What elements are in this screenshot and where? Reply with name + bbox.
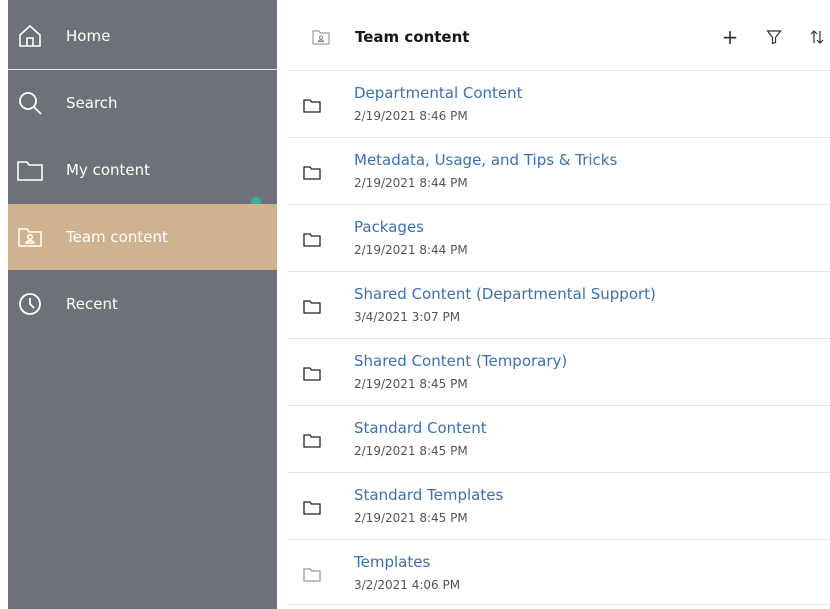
item-date: 2/19/2021 8:44 PM [354, 176, 468, 190]
folder-icon [303, 98, 321, 117]
folder-icon [16, 156, 44, 184]
team-folder-icon [16, 223, 44, 251]
folder-icon [303, 299, 321, 318]
page-title: Team content [355, 28, 470, 46]
sidebar-item-label: Home [66, 27, 111, 45]
sidebar-item-recent[interactable]: Recent [8, 271, 277, 337]
list-item[interactable]: Templates 3/2/2021 4:06 PM [287, 539, 830, 605]
list-item[interactable]: Metadata, Usage, and Tips & Tricks 2/19/… [287, 137, 830, 203]
item-name-link[interactable]: Packages [354, 218, 424, 236]
item-name-link[interactable]: Shared Content (Temporary) [354, 352, 567, 370]
item-name-link[interactable]: Standard Templates [354, 486, 503, 504]
sidebar-item-team-content[interactable]: Team content [8, 204, 277, 270]
folder-icon [303, 232, 321, 251]
sidebar-item-home[interactable]: Home [8, 3, 277, 69]
list-item[interactable]: Packages 2/19/2021 8:44 PM [287, 204, 830, 270]
item-name-link[interactable]: Standard Content [354, 419, 487, 437]
item-name-link[interactable]: Shared Content (Departmental Support) [354, 285, 656, 303]
sidebar-item-my-content[interactable]: My content [8, 137, 277, 203]
item-date: 2/19/2021 8:45 PM [354, 511, 468, 525]
item-name-link[interactable]: Templates [354, 553, 430, 571]
item-date: 2/19/2021 8:45 PM [354, 444, 468, 458]
list-item[interactable]: Shared Content (Temporary) 2/19/2021 8:4… [287, 338, 830, 404]
team-folder-icon [312, 29, 330, 49]
list-item[interactable]: Shared Content (Departmental Support) 3/… [287, 271, 830, 337]
sidebar: Home Search My content Team content Rece… [8, 0, 277, 609]
sidebar-item-label: My content [66, 161, 151, 179]
item-name-link[interactable]: Departmental Content [354, 84, 523, 102]
list-item[interactable]: Standard Content 2/19/2021 8:45 PM [287, 405, 830, 471]
sidebar-item-label: Search [66, 94, 118, 112]
sort-icon[interactable] [806, 26, 828, 48]
item-date: 2/19/2021 8:45 PM [354, 377, 468, 391]
list-item[interactable]: Standard Templates 2/19/2021 8:45 PM [287, 472, 830, 538]
search-icon [16, 89, 44, 117]
content-panel: Team content + Departmental Content 2/19… [277, 0, 830, 609]
folder-icon [303, 567, 321, 586]
item-date: 3/2/2021 4:06 PM [354, 578, 461, 592]
folder-icon [303, 165, 321, 184]
item-date: 2/19/2021 8:44 PM [354, 243, 468, 257]
item-date: 2/19/2021 8:46 PM [354, 109, 468, 123]
folder-icon [303, 366, 321, 385]
sidebar-item-search[interactable]: Search [8, 70, 277, 136]
sidebar-item-label: Recent [66, 295, 118, 313]
folder-icon [303, 500, 321, 519]
clock-icon [16, 290, 44, 318]
folder-icon [303, 433, 321, 452]
filter-icon[interactable] [763, 26, 785, 48]
item-date: 3/4/2021 3:07 PM [354, 310, 461, 324]
add-icon[interactable]: + [719, 25, 741, 49]
sidebar-item-label: Team content [66, 228, 168, 246]
list-item[interactable]: Departmental Content 2/19/2021 8:46 PM [287, 70, 830, 136]
content-header: Team content + [277, 0, 830, 70]
item-name-link[interactable]: Metadata, Usage, and Tips & Tricks [354, 151, 617, 169]
home-icon [16, 22, 44, 50]
